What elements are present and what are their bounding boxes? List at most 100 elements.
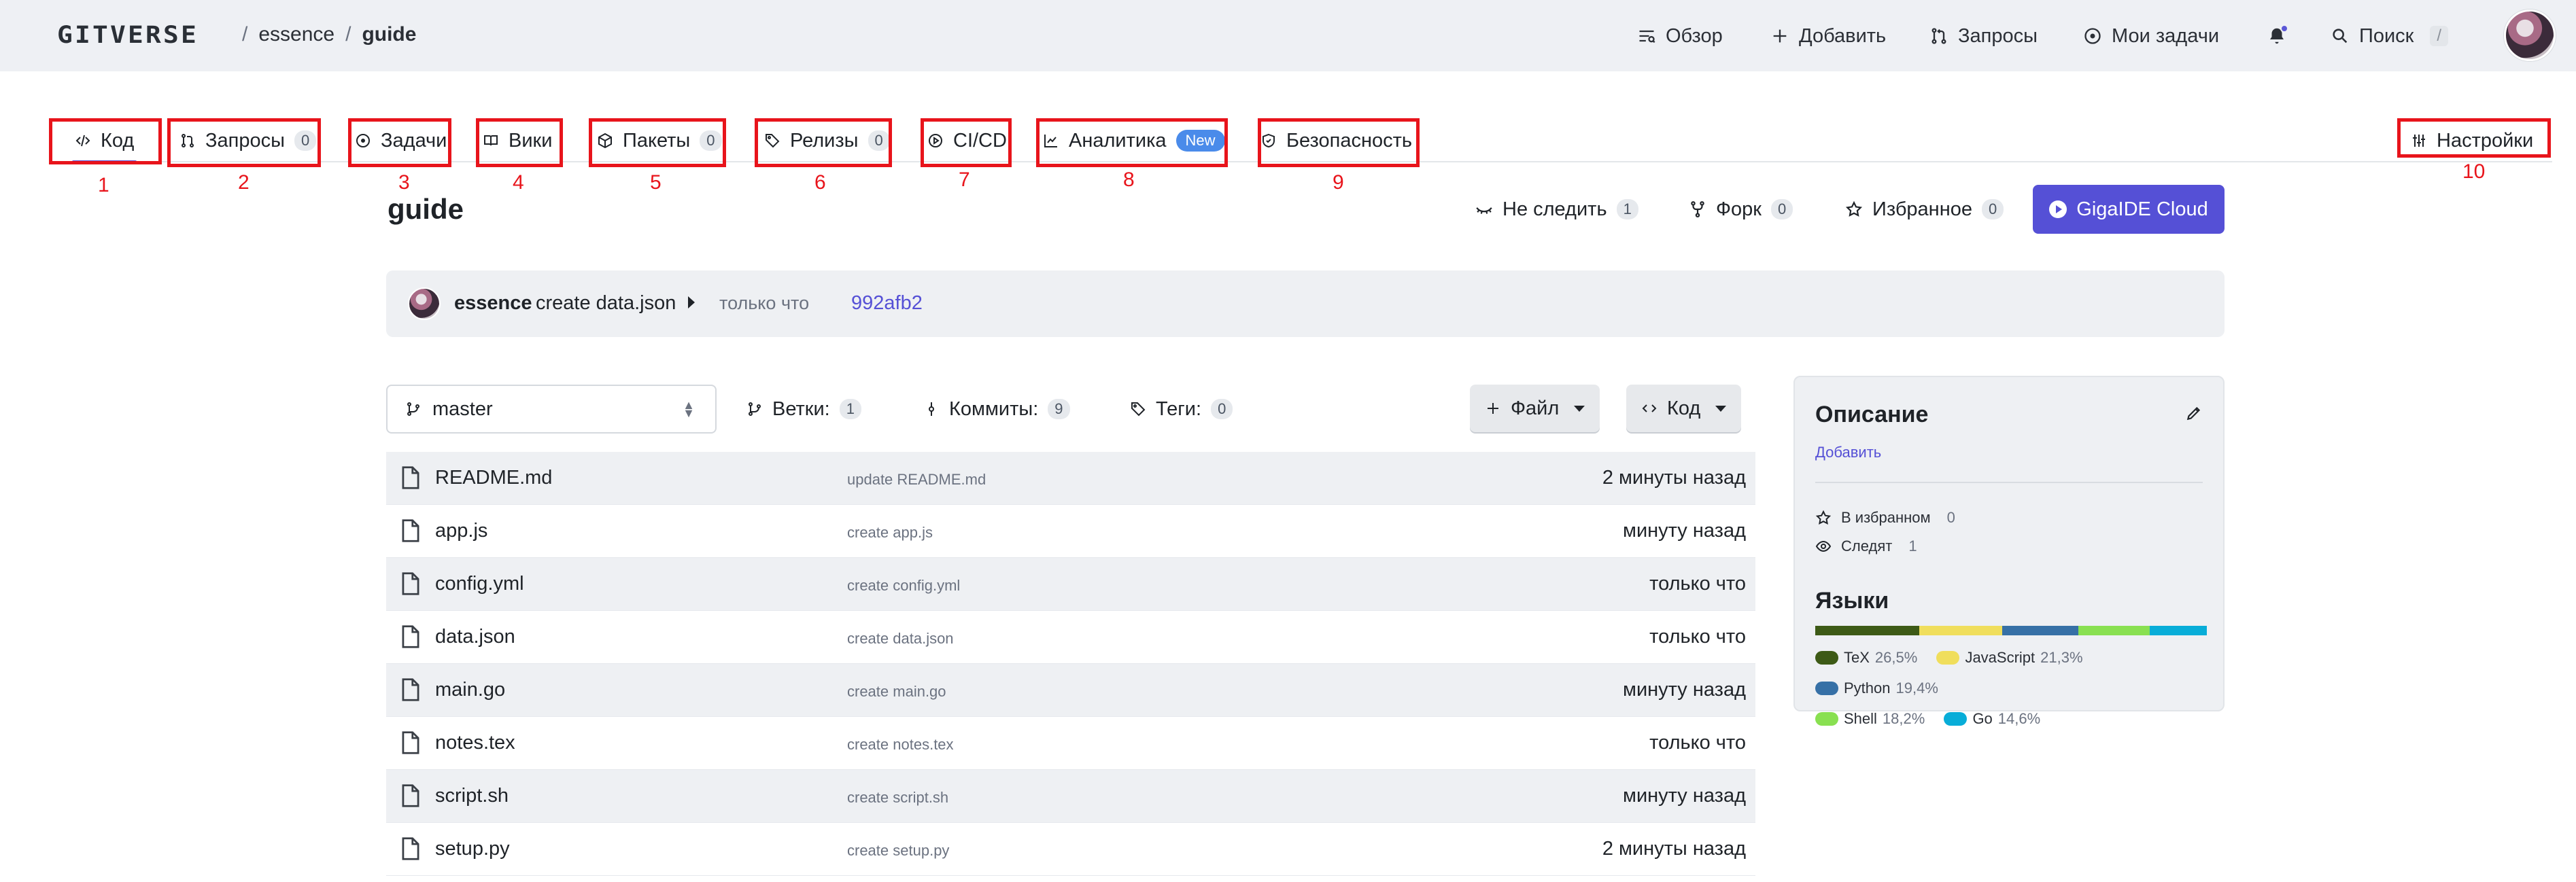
file-row[interactable]: setup.py create setup.py 2 минуты назад bbox=[386, 823, 1755, 876]
file-row[interactable]: notes.tex create notes.tex только что bbox=[386, 717, 1755, 770]
nav-requests[interactable]: Запросы bbox=[1929, 20, 2038, 52]
file-commit-message[interactable]: create setup.py bbox=[847, 842, 949, 860]
tags-link[interactable]: Теги: 0 bbox=[1130, 394, 1233, 424]
branch-select[interactable]: master ▲ ▼ bbox=[386, 385, 717, 434]
annotation-box-8 bbox=[1036, 118, 1228, 167]
nav-overview[interactable]: Обзор bbox=[1637, 20, 1723, 52]
file-name[interactable]: README.md bbox=[435, 467, 552, 489]
breadcrumb-owner[interactable]: essence bbox=[258, 23, 334, 46]
watch-button[interactable]: Не следить 1 bbox=[1475, 190, 1638, 228]
file-time: минуту назад bbox=[1623, 679, 1746, 701]
breadcrumb-separator: / bbox=[345, 23, 351, 46]
file-icon bbox=[402, 466, 419, 489]
file-commit-message[interactable]: create main.go bbox=[847, 683, 946, 701]
language-item[interactable]: Python 19,4% bbox=[1815, 674, 1938, 703]
file-commit-message[interactable]: create notes.tex bbox=[847, 736, 954, 754]
commit-message[interactable]: create data.json bbox=[536, 292, 676, 315]
notifications-button[interactable] bbox=[2267, 24, 2288, 46]
nav-add[interactable]: Добавить bbox=[1770, 20, 1886, 52]
file-name[interactable]: app.js bbox=[435, 520, 487, 542]
file-name[interactable]: data.json bbox=[435, 626, 515, 648]
repo-title: guide bbox=[388, 193, 464, 225]
file-time: только что bbox=[1649, 626, 1746, 648]
fork-icon bbox=[1691, 201, 1704, 217]
language-swatch bbox=[1815, 682, 1838, 695]
file-row[interactable]: data.json create data.json только что bbox=[386, 611, 1755, 664]
annotation-box-7 bbox=[921, 118, 1012, 167]
annotation-box-10 bbox=[2397, 118, 2551, 158]
file-commit-message[interactable]: create script.sh bbox=[847, 789, 948, 807]
nav-search[interactable]: Поиск / bbox=[2331, 20, 2449, 52]
commit-author[interactable]: essence bbox=[454, 292, 532, 315]
languages-legend: TeX 26,5% JavaScript 21,3% Python 19,4% She… bbox=[1815, 643, 2210, 735]
play-icon bbox=[2049, 200, 2067, 218]
language-item[interactable]: TeX 26,5% bbox=[1815, 643, 1917, 672]
caret-down-icon bbox=[1715, 405, 1727, 412]
language-bar-segment bbox=[1919, 626, 2003, 635]
annotation-box-3 bbox=[348, 118, 451, 167]
pencil-icon[interactable] bbox=[2185, 404, 2203, 422]
branch-icon bbox=[407, 402, 419, 416]
file-icon bbox=[402, 731, 419, 754]
file-icon bbox=[402, 837, 419, 860]
commit-expand-icon[interactable] bbox=[688, 296, 695, 308]
languages-bar bbox=[1815, 626, 2207, 635]
commit-author-avatar[interactable] bbox=[408, 287, 441, 320]
file-row[interactable]: main.go create main.go минуту назад bbox=[386, 664, 1755, 717]
language-swatch bbox=[1944, 712, 1968, 726]
file-name[interactable]: notes.tex bbox=[435, 732, 515, 754]
file-commit-message[interactable]: create config.yml bbox=[847, 577, 960, 595]
gigaide-cloud-button[interactable]: GigaIDE Cloud bbox=[2033, 185, 2225, 234]
plus-icon bbox=[1773, 29, 1787, 43]
language-percent: 19,4% bbox=[1895, 680, 1938, 696]
file-name[interactable]: script.sh bbox=[435, 785, 509, 807]
code-dropdown[interactable]: Код bbox=[1626, 385, 1742, 432]
sidebar-title: Описание bbox=[1815, 402, 1929, 427]
branches-link[interactable]: Ветки: 1 bbox=[746, 394, 861, 424]
nav-my-tasks[interactable]: Мои задачи bbox=[2083, 20, 2219, 52]
file-name[interactable]: main.go bbox=[435, 679, 505, 701]
gitverse-logo[interactable]: GITVERSE bbox=[57, 22, 196, 49]
tags-count: 0 bbox=[1211, 399, 1233, 419]
search-shortcut: / bbox=[2430, 26, 2449, 46]
commit-sha-link[interactable]: 992afb2 bbox=[851, 292, 923, 315]
nav-requests-label: Запросы bbox=[1958, 24, 2038, 47]
file-time: минуту назад bbox=[1623, 785, 1746, 807]
star-button[interactable]: Избранное 0 bbox=[1845, 190, 2004, 228]
search-icon bbox=[2333, 29, 2348, 43]
language-item[interactable]: Go 14,6% bbox=[1944, 705, 2040, 733]
file-commit-message[interactable]: create app.js bbox=[847, 524, 933, 542]
language-bar-segment bbox=[2149, 626, 2207, 635]
file-name[interactable]: config.yml bbox=[435, 573, 524, 595]
breadcrumb-repo[interactable]: guide bbox=[362, 23, 416, 46]
file-row[interactable]: app.js create app.js минуту назад bbox=[386, 505, 1755, 558]
commits-link[interactable]: Коммиты: 9 bbox=[923, 394, 1070, 424]
gigaide-label: GigaIDE Cloud bbox=[2076, 198, 2208, 220]
branches-label: Ветки: bbox=[772, 398, 830, 420]
file-row[interactable]: config.yml create config.yml только что bbox=[386, 558, 1755, 611]
fork-button[interactable]: Форк 0 bbox=[1689, 190, 1793, 228]
favorites-stat[interactable]: В избранном 0 bbox=[1815, 509, 1955, 527]
add-description-link[interactable]: Добавить bbox=[1815, 444, 1881, 461]
updown-chevron-icon: ▲ ▼ bbox=[683, 398, 695, 420]
code-icon bbox=[1642, 404, 1657, 412]
user-avatar[interactable] bbox=[2504, 10, 2556, 61]
file-commit-message[interactable]: update README.md bbox=[847, 471, 986, 489]
file-commit-message[interactable]: create data.json bbox=[847, 630, 954, 648]
language-swatch bbox=[1815, 651, 1838, 665]
file-row[interactable]: script.sh create script.sh минуту назад bbox=[386, 770, 1755, 823]
plus-icon bbox=[1488, 403, 1498, 414]
nav-search-label: Поиск bbox=[2359, 24, 2414, 47]
file-row[interactable]: README.md update README.md 2 минуты наза… bbox=[386, 452, 1755, 505]
add-file-dropdown[interactable]: Файл bbox=[1470, 385, 1600, 432]
language-bar-segment bbox=[2078, 626, 2150, 635]
nav-add-label: Добавить bbox=[1799, 24, 1887, 47]
commit-time: только что bbox=[719, 293, 810, 313]
annotation-number-9: 9 bbox=[1333, 171, 1344, 194]
language-percent: 26,5% bbox=[1874, 649, 1918, 666]
language-item[interactable]: JavaScript 21,3% bbox=[1936, 643, 2083, 672]
watchers-stat[interactable]: Следят 1 bbox=[1815, 537, 1917, 555]
file-name[interactable]: setup.py bbox=[435, 838, 510, 860]
annotation-box-1 bbox=[49, 118, 162, 164]
language-item[interactable]: Shell 18,2% bbox=[1815, 705, 1925, 733]
